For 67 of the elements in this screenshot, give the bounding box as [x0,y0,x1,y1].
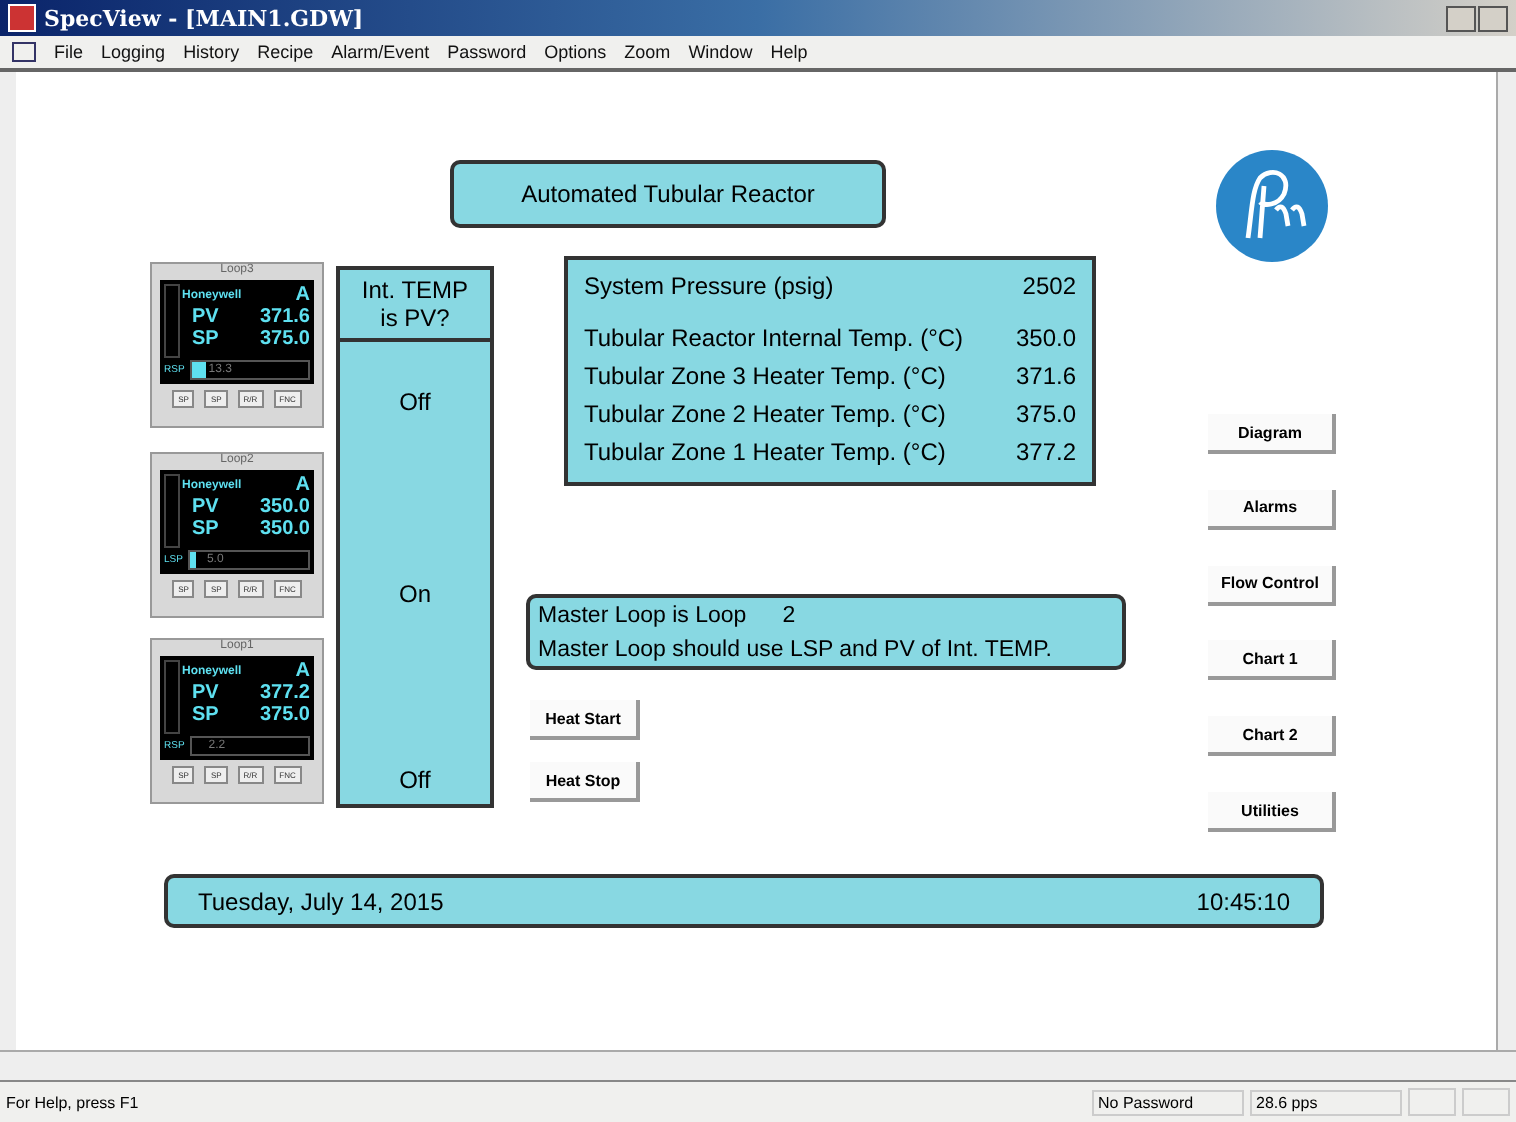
menu-item[interactable]: History [183,42,240,62]
nav-button[interactable]: Alarms [1208,489,1336,530]
reading-label: Tubular Zone 2 Heater Temp. (°C) [584,398,946,432]
menu-item[interactable]: Alarm/Event [331,42,430,62]
nav-button[interactable]: Utilities [1208,792,1336,832]
reading-label: Tubular Zone 1 Heater Temp. (°C) [584,436,946,470]
mode-indicator: A [295,284,310,306]
mode-indicator: A [295,660,310,682]
master-loop-note: Master Loop should use LSP and PV of Int. TEMP. [538,636,1054,666]
nav-button[interactable]: Diagram [1208,414,1336,454]
reading-value: 371.6 [1015,360,1076,394]
sp-label: SP [192,704,219,726]
nav-button[interactable]: Chart 1 [1208,640,1336,681]
reading-label: Tubular Reactor Internal Temp. (°C) [584,322,964,356]
pv-value: 371.6 [259,306,310,328]
bar-graph-icon [164,474,180,548]
bar-graph-icon [164,660,180,734]
window-title: SpecView - [MAIN1.GDW] [44,5,366,31]
password-status: No Password [1092,1089,1244,1115]
app-icon [8,4,36,32]
screen-title: Automated Tubular Reactor [450,160,886,228]
document-icon [12,42,36,62]
reading-value: 377.2 [1015,436,1076,470]
maximize-button[interactable] [1478,5,1508,31]
menu-item[interactable]: Help [770,42,808,62]
pv-label: PV [192,496,219,518]
heat-button[interactable]: Heat Start [530,700,640,740]
nav-button[interactable]: Chart 2 [1208,716,1336,757]
heat-button[interactable]: Heat Stop [530,762,640,802]
state-value: On [396,580,433,608]
menu-item[interactable]: Recipe [257,42,314,62]
reading-label: System Pressure (psig) [584,270,834,304]
menu-item[interactable]: Options [544,42,607,62]
sp-label: SP [192,518,219,540]
state-value: Off [397,766,433,794]
pv-label: PV [192,682,219,704]
minimize-button[interactable] [1446,5,1476,31]
date-text: Tuesday, July 14, 2015 [198,887,444,915]
menu-item[interactable]: Password [447,42,527,62]
sp-value: 350.0 [259,518,310,540]
master-loop-label: Master Loop is Loop [538,604,747,628]
logo-icon [1216,150,1328,262]
sp-value: 375.0 [259,328,310,350]
pv-value: 377.2 [259,682,310,704]
sp-value: 375.0 [259,704,310,726]
bar-graph-icon [164,284,180,358]
menu-item[interactable]: Window [688,42,753,62]
time-text: 10:45:10 [1196,887,1290,915]
pv-label: PV [192,306,219,328]
reading-value: 350.0 [1015,322,1076,356]
rate-status: 28.6 pps [1250,1089,1402,1115]
status-pane [1462,1088,1510,1116]
status-pane [1408,1088,1456,1116]
sp-label: SP [192,328,219,350]
state-value: Off [397,388,433,416]
column-header: Int. TEMP is PV? [340,270,490,342]
status-text: For Help, press F1 [6,1093,141,1111]
reading-label: Tubular Zone 3 Heater Temp. (°C) [584,360,946,394]
reading-value: 375.0 [1015,398,1076,432]
pv-value: 350.0 [259,496,310,518]
master-loop-number: 2 [782,604,796,628]
nav-button[interactable]: Flow Control [1208,565,1336,606]
menu-item[interactable]: File [54,42,84,62]
mode-indicator: A [295,474,310,496]
reading-value: 2502 [1022,270,1076,304]
menu-item[interactable]: Logging [101,42,166,62]
menu-item[interactable]: Zoom [624,42,671,62]
